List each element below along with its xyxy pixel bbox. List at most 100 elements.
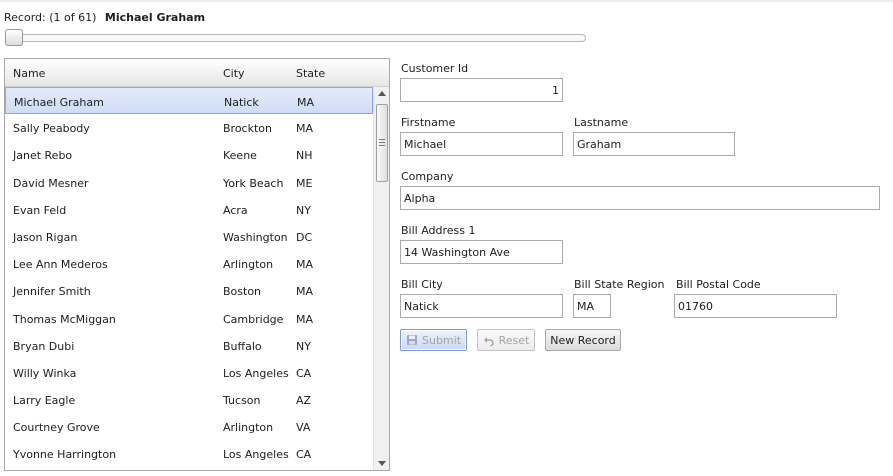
cell-name: Thomas McMiggan bbox=[13, 312, 116, 326]
new-record-button[interactable]: New Record bbox=[545, 329, 621, 351]
table-row[interactable]: David Mesner York Beach ME bbox=[5, 169, 373, 196]
cell-name: Willy Winka bbox=[13, 366, 77, 380]
record-current-name: Michael Graham bbox=[104, 11, 206, 24]
new-record-button-label: New Record bbox=[550, 333, 616, 347]
cell-name: Lee Ann Mederos bbox=[13, 258, 108, 272]
undo-arrow-icon bbox=[483, 337, 494, 346]
cell-state: NH bbox=[296, 149, 313, 163]
table-row[interactable]: Michael Graham Natick MA bbox=[5, 87, 373, 115]
record-slider-track[interactable] bbox=[7, 34, 586, 42]
scroll-up-arrow-icon[interactable] bbox=[378, 91, 386, 96]
reset-button[interactable]: Reset bbox=[477, 329, 535, 351]
firstname-field[interactable] bbox=[400, 132, 563, 156]
cell-name: Jennifer Smith bbox=[13, 285, 91, 299]
record-label: Record: bbox=[4, 11, 46, 24]
bill-postal-code-field[interactable] bbox=[674, 294, 837, 318]
cell-state: CA bbox=[296, 448, 312, 462]
cell-name: Bryan Dubi bbox=[13, 339, 75, 353]
customer-id-label: Customer Id bbox=[401, 62, 469, 75]
grid-vertical-scrollbar[interactable] bbox=[373, 87, 389, 470]
cell-city: Arlington bbox=[223, 258, 274, 272]
cell-city: Los Angeles bbox=[223, 366, 289, 380]
table-row[interactable]: Larry Eagle Tucson AZ bbox=[5, 386, 373, 413]
bill-city-label: Bill City bbox=[401, 278, 443, 291]
cell-name: Janet Rebo bbox=[13, 149, 73, 163]
cell-state: DC bbox=[296, 230, 313, 244]
grid-rows: Michael Graham Natick MA Sally Peabody Brock… bbox=[5, 87, 373, 468]
column-header-name[interactable]: Name bbox=[13, 67, 45, 80]
table-row[interactable]: Sally Peabody Brockton MA bbox=[5, 114, 373, 141]
cell-state: MA bbox=[296, 122, 314, 136]
record-indicator: Record: (1 of 61) Michael Graham bbox=[4, 11, 205, 24]
submit-button[interactable]: Submit bbox=[400, 329, 467, 351]
scrollbar-thumb[interactable] bbox=[376, 104, 388, 182]
column-header-city[interactable]: City bbox=[223, 67, 245, 80]
table-row[interactable]: Bryan Dubi Buffalo NY bbox=[5, 332, 373, 359]
cell-city: Brockton bbox=[223, 122, 272, 136]
cell-city: Keene bbox=[223, 149, 257, 163]
cell-state: NY bbox=[296, 339, 311, 353]
cell-name: Jason Rigan bbox=[13, 230, 78, 244]
bill-state-region-label: Bill State Region bbox=[574, 278, 665, 291]
bill-city-field[interactable] bbox=[400, 294, 563, 318]
table-row[interactable]: Jason Rigan Washington DC bbox=[5, 223, 373, 250]
lastname-label: Lastname bbox=[574, 116, 629, 129]
cell-city: York Beach bbox=[223, 176, 284, 190]
grid-header: Name City State bbox=[5, 59, 389, 87]
cell-name: Yvonne Harrington bbox=[13, 448, 117, 462]
grip-line bbox=[379, 145, 385, 146]
cell-state: CA bbox=[296, 366, 312, 380]
lastname-field[interactable] bbox=[573, 132, 735, 156]
record-position: (1 of 61) bbox=[49, 11, 97, 24]
table-row[interactable]: Yvonne Harrington Los Angeles CA bbox=[5, 440, 373, 467]
cell-city: Buffalo bbox=[223, 339, 262, 353]
bill-address-1-field[interactable] bbox=[400, 240, 563, 264]
cell-state: MA bbox=[297, 96, 315, 109]
record-slider-thumb[interactable] bbox=[5, 29, 23, 46]
table-row[interactable]: Willy Winka Los Angeles CA bbox=[5, 359, 373, 386]
cell-city: Cambridge bbox=[223, 312, 284, 326]
cell-name: Michael Graham bbox=[14, 96, 104, 109]
table-row[interactable]: Thomas McMiggan Cambridge MA bbox=[5, 305, 373, 332]
table-row[interactable]: Janet Rebo Keene NH bbox=[5, 141, 373, 168]
cell-name: Sally Peabody bbox=[13, 122, 90, 136]
reset-button-label: Reset bbox=[498, 333, 530, 347]
cell-state: MA bbox=[296, 312, 314, 326]
table-row[interactable]: Lee Ann Mederos Arlington MA bbox=[5, 250, 373, 277]
grip-line bbox=[379, 139, 385, 140]
cell-state: MA bbox=[296, 285, 314, 299]
cell-city: Arlington bbox=[223, 421, 274, 435]
customer-id-field[interactable] bbox=[400, 78, 563, 102]
cell-name: Courtney Grove bbox=[13, 421, 100, 435]
bill-address-1-label: Bill Address 1 bbox=[401, 224, 476, 237]
submit-button-label: Submit bbox=[421, 333, 462, 347]
cell-name: David Mesner bbox=[13, 176, 89, 190]
cell-name: Larry Eagle bbox=[13, 394, 76, 408]
company-field[interactable] bbox=[400, 186, 880, 210]
cell-city: Los Angeles bbox=[223, 448, 289, 462]
cell-state: ME bbox=[296, 176, 313, 190]
company-label: Company bbox=[401, 170, 454, 183]
cell-state: MA bbox=[296, 258, 314, 272]
cell-city: Tucson bbox=[223, 394, 261, 408]
bill-state-region-field[interactable] bbox=[573, 294, 611, 318]
column-header-state[interactable]: State bbox=[296, 67, 325, 80]
table-row[interactable]: Courtney Grove Arlington VA bbox=[5, 413, 373, 440]
firstname-label: Firstname bbox=[401, 116, 456, 129]
cell-state: AZ bbox=[296, 394, 312, 408]
cell-city: Natick bbox=[224, 96, 259, 109]
cell-name: Evan Feld bbox=[13, 203, 67, 217]
window-top-border bbox=[0, 0, 893, 2]
cell-state: NY bbox=[296, 203, 311, 217]
cell-city: Boston bbox=[223, 285, 262, 299]
table-row[interactable]: Evan Feld Acra NY bbox=[5, 196, 373, 223]
bill-postal-code-label: Bill Postal Code bbox=[676, 278, 761, 291]
grip-line bbox=[379, 142, 385, 143]
cell-city: Acra bbox=[223, 203, 248, 217]
cell-state: VA bbox=[296, 421, 311, 435]
customer-grid: Name City State Michael Graham Natick MA Sa… bbox=[4, 58, 390, 471]
table-row[interactable]: Jennifer Smith Boston MA bbox=[5, 277, 373, 304]
cell-city: Washington bbox=[223, 230, 288, 244]
scroll-down-arrow-icon[interactable] bbox=[378, 461, 386, 466]
save-disk-icon bbox=[406, 335, 417, 345]
